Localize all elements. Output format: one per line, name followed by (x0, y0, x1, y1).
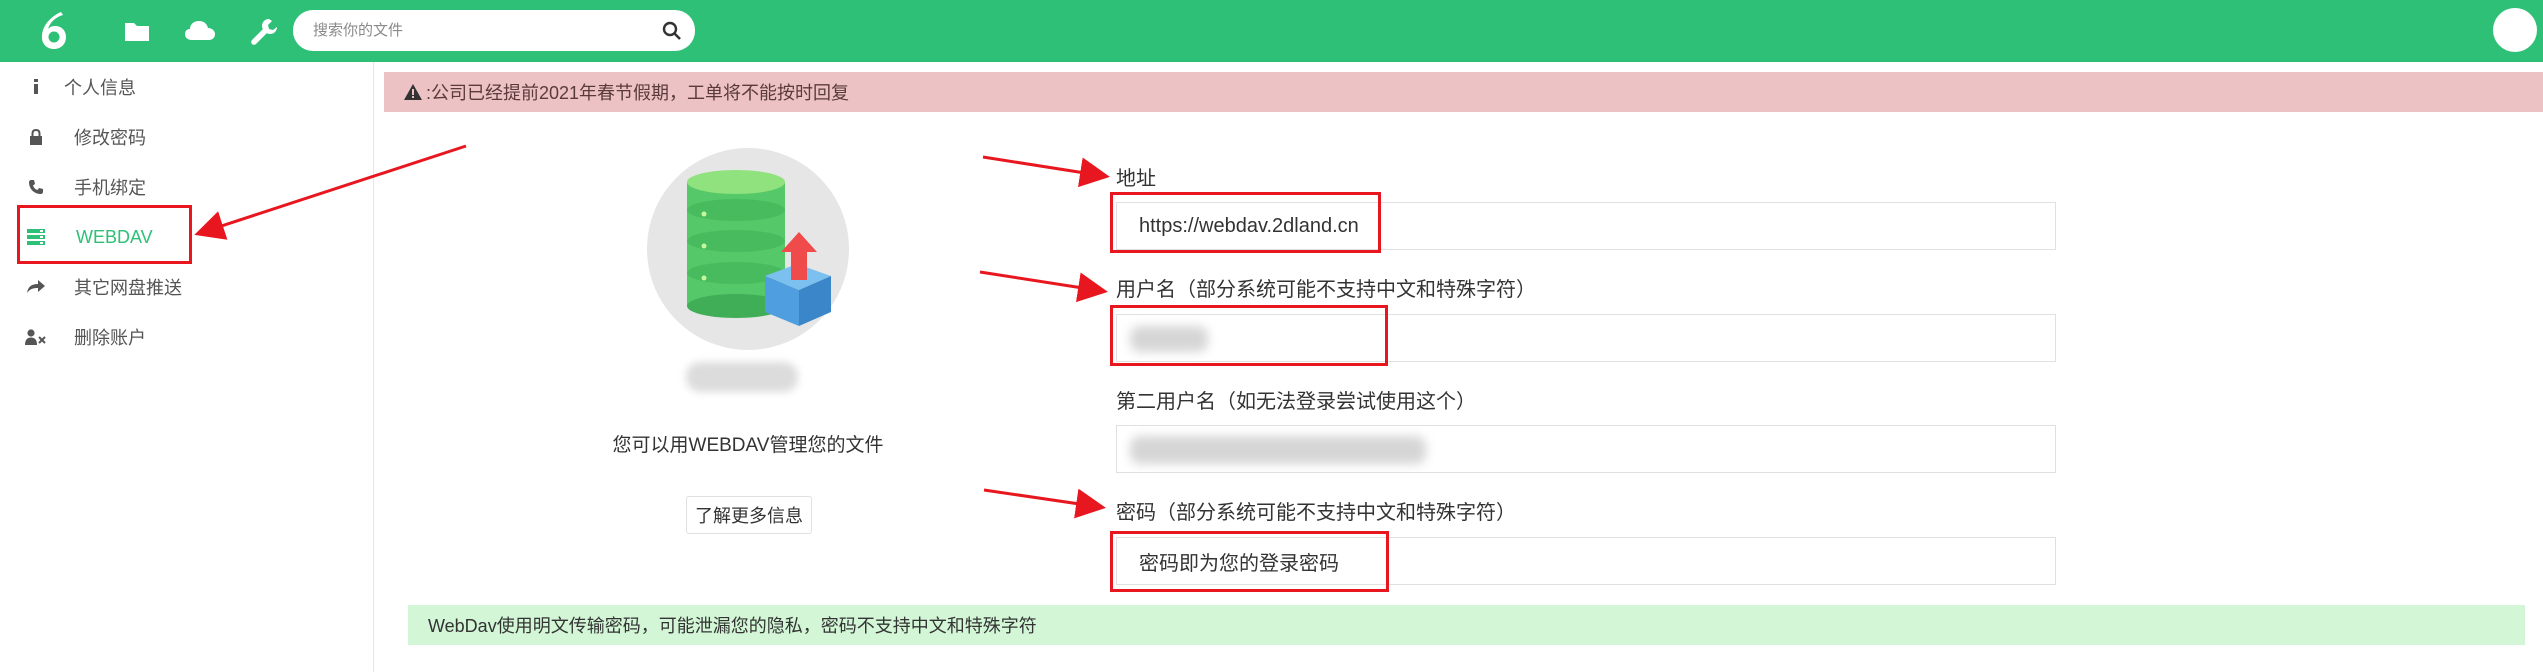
user-remove-icon (18, 329, 54, 345)
sidebar-item-phone[interactable]: 手机绑定 (18, 166, 318, 208)
arrow-to-username (979, 270, 1108, 303)
avatar[interactable] (2493, 8, 2537, 52)
logo-icon[interactable] (34, 8, 74, 52)
sidebar-item-label: 删除账户 (74, 328, 146, 348)
info-text: WebDav使用明文传输密码，可能泄漏您的隐私，密码不支持中文和特殊字符 (428, 616, 1037, 636)
warning-icon (404, 84, 422, 100)
search-input[interactable] (313, 18, 633, 43)
webdav-illustration (647, 148, 849, 350)
blurred-username (686, 362, 798, 392)
sidebar-item-label: 个人信息 (64, 78, 136, 98)
cloud-icon[interactable] (183, 14, 217, 48)
blurred-second-username-value (1130, 436, 1426, 464)
sidebar-item-push[interactable]: 其它网盘推送 (18, 266, 318, 308)
address-label: 地址 (1116, 168, 1156, 190)
username-label: 用户名（部分系统可能不支持中文和特殊字符） (1116, 279, 1536, 301)
search-bar (293, 10, 695, 51)
lock-icon (18, 129, 54, 145)
database-icon (687, 170, 831, 326)
webdav-intro-text: 您可以用WEBDAV管理您的文件 (612, 435, 884, 456)
arrow-to-password (983, 488, 1106, 519)
annotation-box-address (1110, 192, 1381, 253)
top-bar (0, 0, 2543, 62)
learn-more-button[interactable]: 了解更多信息 (686, 496, 812, 534)
search-icon[interactable] (657, 16, 687, 46)
sidebar: 个人信息 修改密码 手机绑定 WEBDAV 其它网盘推送 删除账户 (0, 62, 374, 672)
second-username-label: 第二用户名（如无法登录尝试使用这个） (1116, 391, 1476, 413)
sidebar-item-label: 其它网盘推送 (74, 278, 182, 298)
annotation-box-password (1110, 531, 1389, 592)
sidebar-item-change-password[interactable]: 修改密码 (18, 116, 318, 158)
sidebar-item-profile[interactable]: 个人信息 (18, 66, 318, 108)
sidebar-item-delete-account[interactable]: 删除账户 (18, 316, 318, 358)
notice-text: :公司已经提前2021年春节假期，工单将不能按时回复 (426, 83, 850, 103)
sidebar-item-label: 修改密码 (74, 128, 146, 148)
share-icon (18, 280, 54, 294)
notice-banner: :公司已经提前2021年春节假期，工单将不能按时回复 (384, 72, 2543, 112)
wrench-icon[interactable] (246, 14, 280, 48)
sidebar-item-label: 手机绑定 (74, 178, 146, 198)
arrow-to-address (982, 155, 1110, 188)
phone-icon (18, 179, 54, 195)
info-banner: WebDav使用明文传输密码，可能泄漏您的隐私，密码不支持中文和特殊字符 (408, 605, 2525, 645)
annotation-box-webdav (17, 205, 192, 264)
annotation-box-username (1110, 305, 1388, 366)
password-label: 密码（部分系统可能不支持中文和特殊字符） (1116, 502, 1516, 524)
folder-icon[interactable] (120, 14, 154, 48)
info-icon (18, 79, 54, 95)
